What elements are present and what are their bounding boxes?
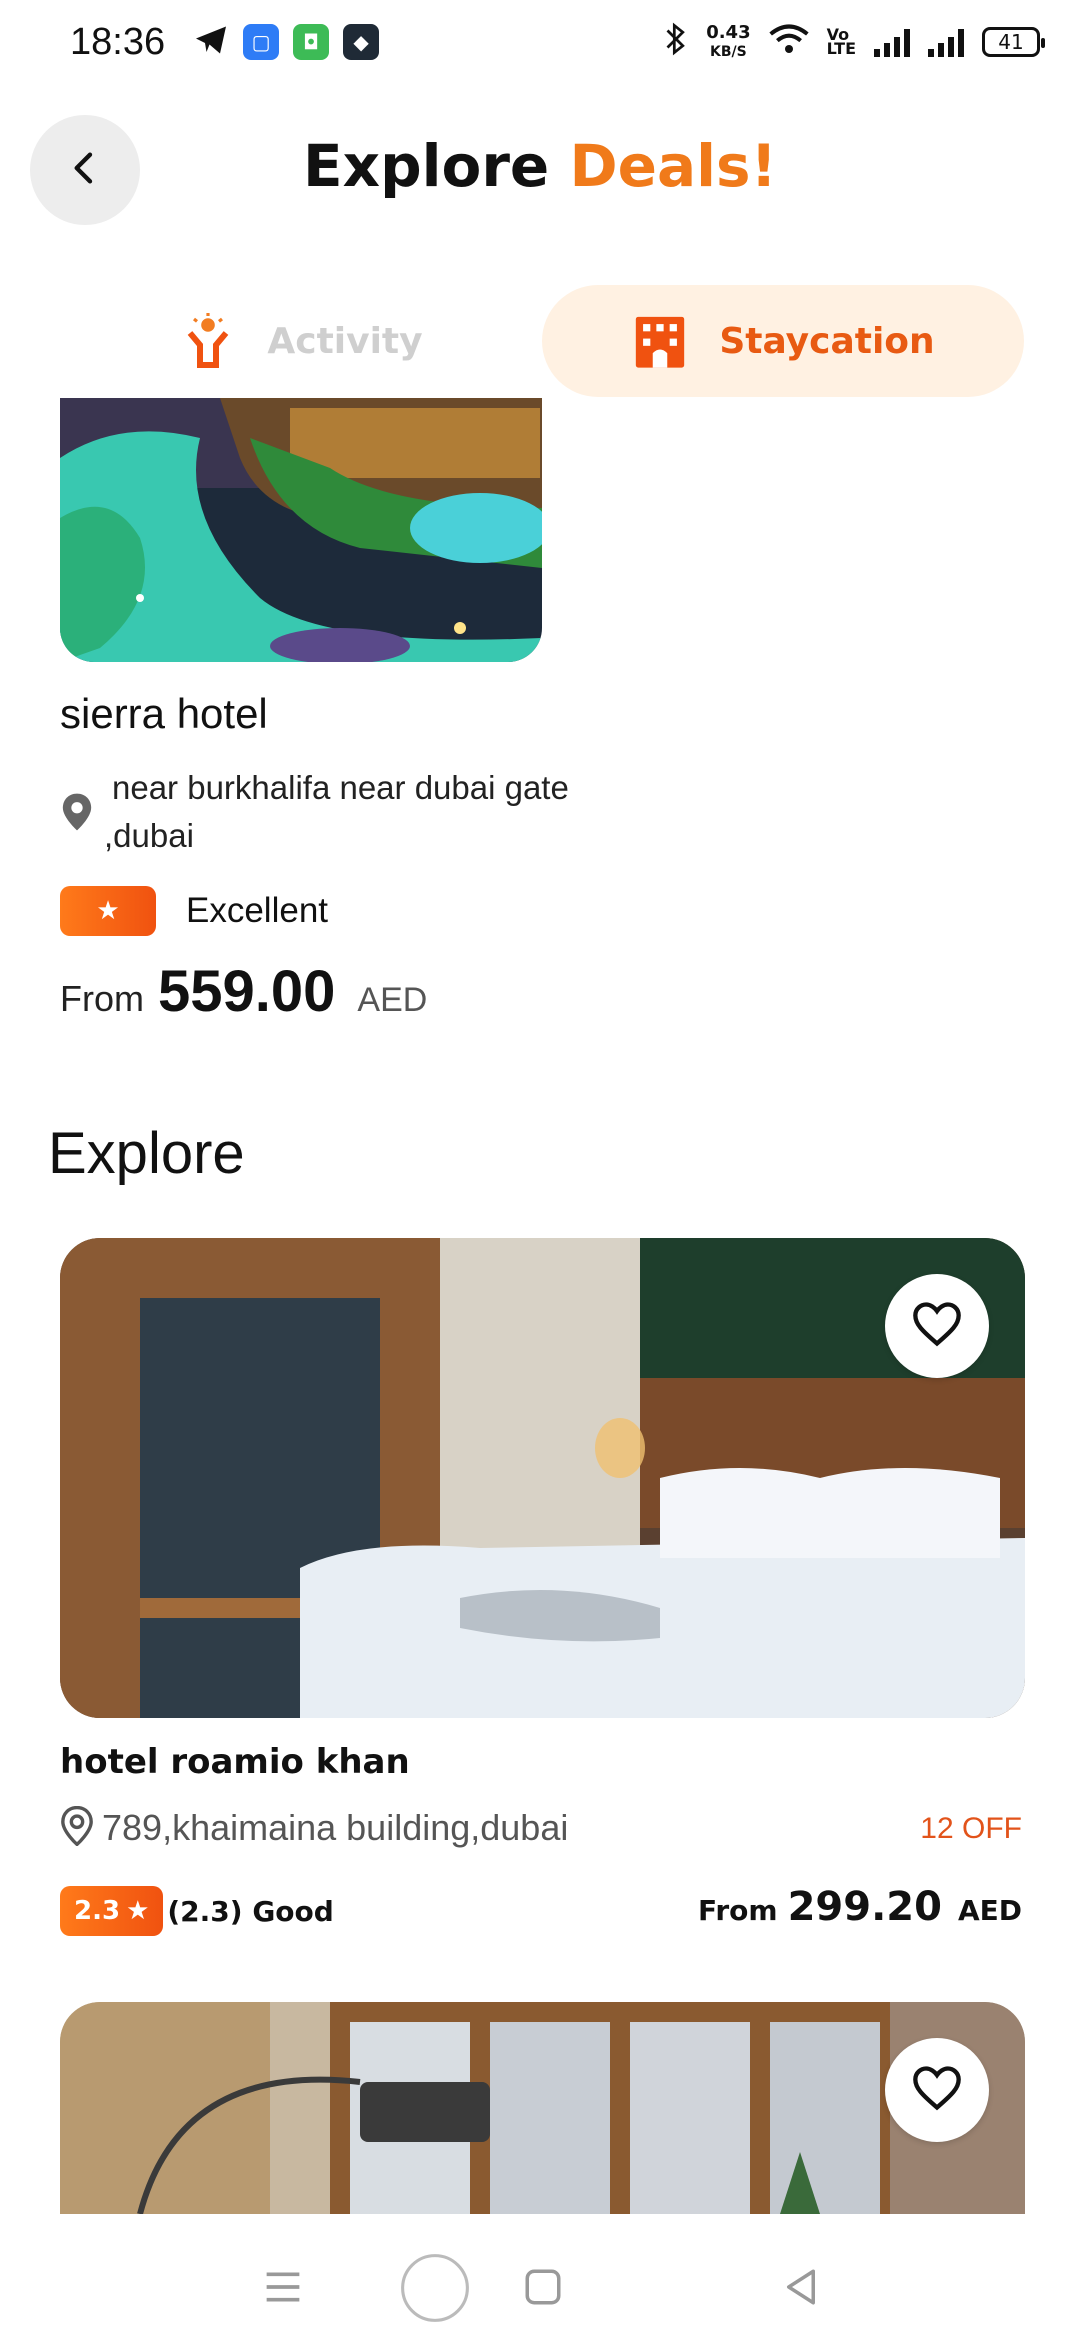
page-title-accent: Deals! <box>569 132 777 200</box>
rating-badge: 2.3 ★ <box>60 1886 164 1936</box>
featured-rating-label: Excellent <box>186 891 329 930</box>
price-amount: 299.20 <box>787 1884 942 1930</box>
page-title: Explore Deals! <box>0 132 1080 200</box>
page-title-main: Explore <box>303 132 550 200</box>
tab-activity-label: Activity <box>267 320 423 362</box>
featured-location-text: near burkhalifa near dubai gate ,dubai <box>104 769 569 854</box>
featured-hotel-image[interactable] <box>60 398 542 662</box>
featured-rating: ★ Excellent <box>60 886 328 936</box>
hotel-card-image[interactable] <box>60 2002 1025 2214</box>
tab-staycation-label: Staycation <box>719 320 935 362</box>
app-icon-green: ◘ <box>293 24 330 60</box>
star-icon: ★ <box>126 1896 150 1926</box>
network-speed: 0.43 KB/S <box>706 21 751 61</box>
person-celebrate-icon <box>179 312 237 370</box>
recents-nav-button[interactable] <box>508 2254 578 2324</box>
bluetooth-icon <box>664 22 688 63</box>
favorite-button[interactable] <box>885 1274 989 1378</box>
app-icon-dark: ◆ <box>343 24 380 60</box>
featured-hotel-name[interactable]: sierra hotel <box>60 690 268 738</box>
featured-price-amount: 559.00 <box>158 959 336 1024</box>
app-icon-blue: ▢ <box>243 24 280 60</box>
room-window-photo <box>60 2002 1025 2214</box>
back-nav-button[interactable] <box>766 2254 836 2324</box>
price-currency: AED <box>957 1894 1022 1927</box>
featured-price: From 559.00 AED <box>60 958 427 1025</box>
featured-location: near burkhalifa near dubai gate ,dubai <box>60 764 580 860</box>
price-prefix: From <box>698 1894 778 1927</box>
star-icon: ★ <box>60 886 156 936</box>
rating-text: (2.3) Good <box>167 1894 334 1928</box>
status-time: 18:36 <box>70 20 166 63</box>
net-speed-value: 0.43 <box>706 21 751 43</box>
menu-icon <box>261 2267 305 2311</box>
heart-icon <box>911 1300 963 1352</box>
rating-value: 2.3 <box>74 1896 121 1926</box>
featured-price-prefix: From <box>60 978 144 1019</box>
hotel-card-location: 789,khaimaina building,dubai <box>60 1805 569 1850</box>
tab-activity[interactable]: Activity <box>60 285 542 397</box>
signal-icon-1 <box>874 27 910 57</box>
system-navigation-bar <box>0 2214 1080 2340</box>
favorite-button[interactable] <box>885 2038 989 2142</box>
menu-nav-button[interactable] <box>248 2254 318 2324</box>
featured-price-currency: AED <box>357 981 428 1019</box>
location-pin-icon <box>60 1805 94 1850</box>
hotel-card-price: From 299.20 AED <box>698 1884 1022 1930</box>
triangle-back-icon <box>780 2266 822 2312</box>
square-icon <box>522 2266 564 2312</box>
hotel-card-name[interactable]: hotel roamio khan <box>60 1742 410 1782</box>
hotel-card-location-text: 789,khaimaina building,dubai <box>102 1807 569 1848</box>
signal-icon-2 <box>928 27 964 57</box>
hotel-card-image[interactable] <box>60 1238 1025 1718</box>
volte-indicator: Vo LTE <box>826 25 856 58</box>
bedroom-photo <box>60 1238 1025 1718</box>
net-speed-unit: KB/S <box>710 43 747 60</box>
home-nav-button[interactable] <box>395 2250 475 2330</box>
discount-label: 12 OFF <box>920 1812 1022 1845</box>
header: Explore Deals! <box>0 110 1080 230</box>
status-bar: 18:36 ▢ ◘ ◆ 0.43 KB/S Vo LTE 41 <box>0 0 1080 84</box>
heart-icon <box>911 2064 963 2116</box>
hotel-card-rating: 2.3 ★ (2.3) Good <box>60 1886 334 1936</box>
wifi-icon <box>769 24 809 61</box>
tab-staycation[interactable]: Staycation <box>542 285 1024 397</box>
battery-icon: 41 <box>982 27 1045 57</box>
category-tabs: Activity Staycation <box>60 285 1025 397</box>
home-circle-icon <box>398 2251 472 2329</box>
status-indicators: 0.43 KB/S Vo LTE 41 <box>664 21 1045 63</box>
hotel-building-icon <box>631 312 689 370</box>
location-pin-icon <box>60 792 100 842</box>
pool-photo <box>60 398 542 662</box>
telegram-icon <box>193 22 229 62</box>
explore-heading: Explore <box>48 1121 245 1186</box>
status-app-icons: ▢ ◘ ◆ <box>193 22 380 62</box>
